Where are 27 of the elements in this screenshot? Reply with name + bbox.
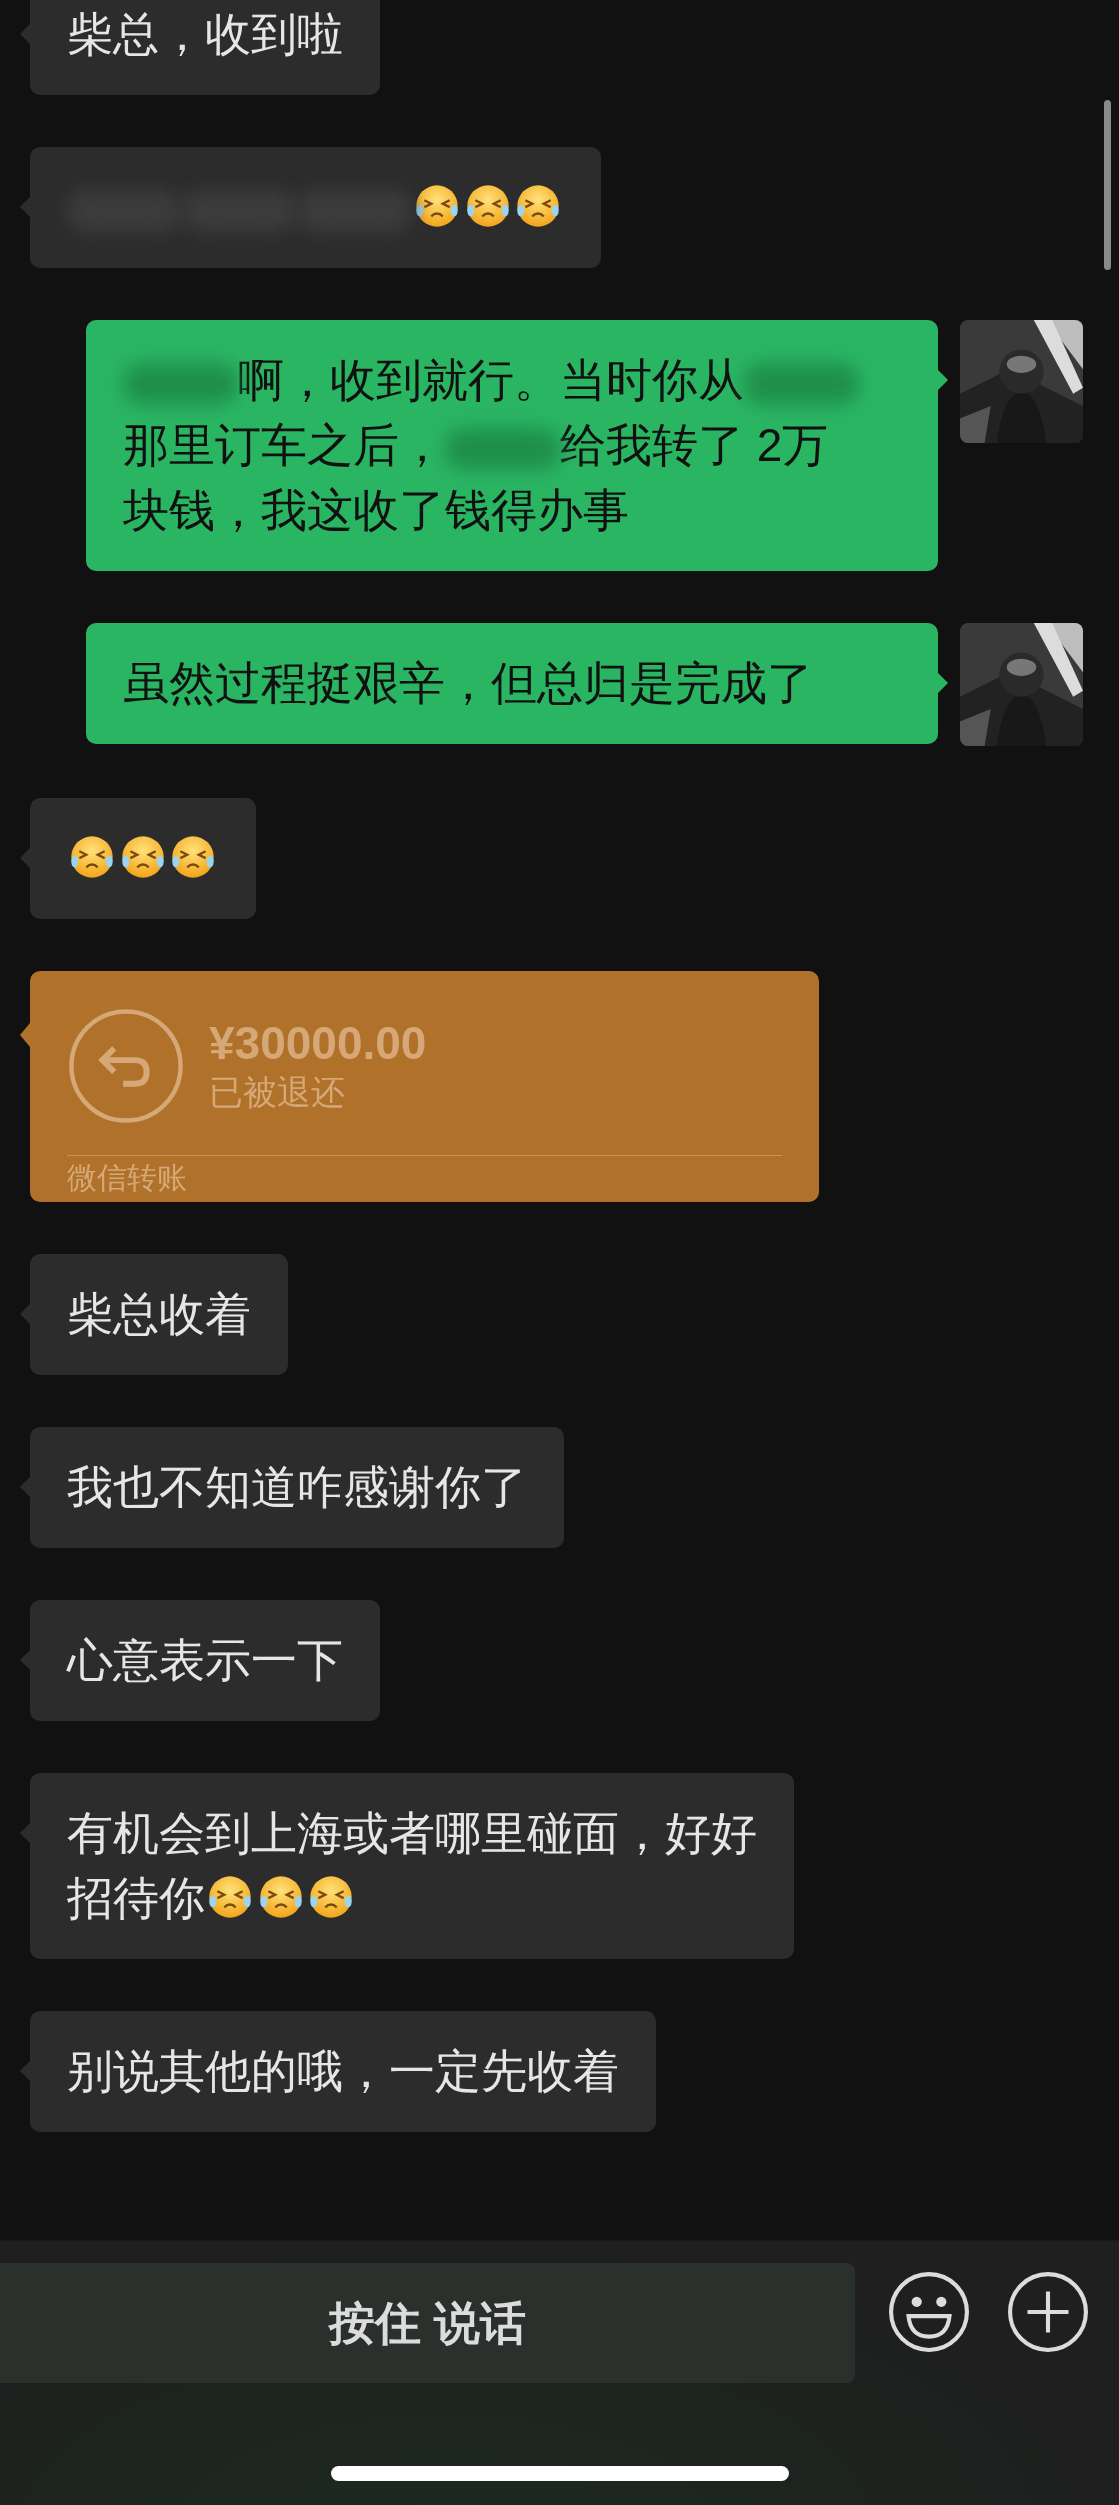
message-text: 块钱，我这收了钱得办事 — [123, 484, 629, 536]
transfer-status: 已被退还 — [209, 1072, 346, 1113]
message-text: 给我转了 2万 — [560, 419, 829, 471]
message-text: 啊，收到就行。当时你从 — [238, 354, 744, 406]
transfer-label: 微信转账 — [67, 1155, 782, 1198]
crying-face-icon — [414, 182, 461, 229]
message-text: 心意表示一下 — [67, 1634, 343, 1686]
message-text: 柴总收着 — [67, 1288, 251, 1340]
crying-face-icon — [515, 182, 562, 229]
add-icon[interactable] — [1007, 2271, 1089, 2353]
message-text: 招待你 — [67, 1872, 205, 1924]
message-text: 那里订车之后， — [123, 419, 445, 471]
message-text: 虽然过程挺艰辛，但总归是完成了 — [123, 657, 813, 709]
crying-face-icon — [464, 182, 511, 229]
crying-face-icon — [207, 1873, 254, 1920]
emoji-icon[interactable] — [888, 2271, 970, 2353]
crying-face-icon — [170, 833, 217, 880]
message-text: 柴总，收到啦 — [67, 8, 343, 60]
voice-button[interactable]: 按住 说话 — [0, 2263, 855, 2383]
transfer-amount: ¥30000.00 — [209, 1017, 427, 1069]
crying-face-icon — [257, 1873, 304, 1920]
crying-face-icon — [308, 1873, 355, 1920]
crying-face-icon — [69, 833, 116, 880]
message-text: 我也不知道咋感谢你了 — [67, 1461, 527, 1513]
crying-face-icon — [119, 833, 166, 880]
message-text: 别说其他的哦，一定先收着 — [67, 2045, 619, 2097]
message-text: 有机会到上海或者哪里碰面，好好 — [67, 1807, 757, 1859]
